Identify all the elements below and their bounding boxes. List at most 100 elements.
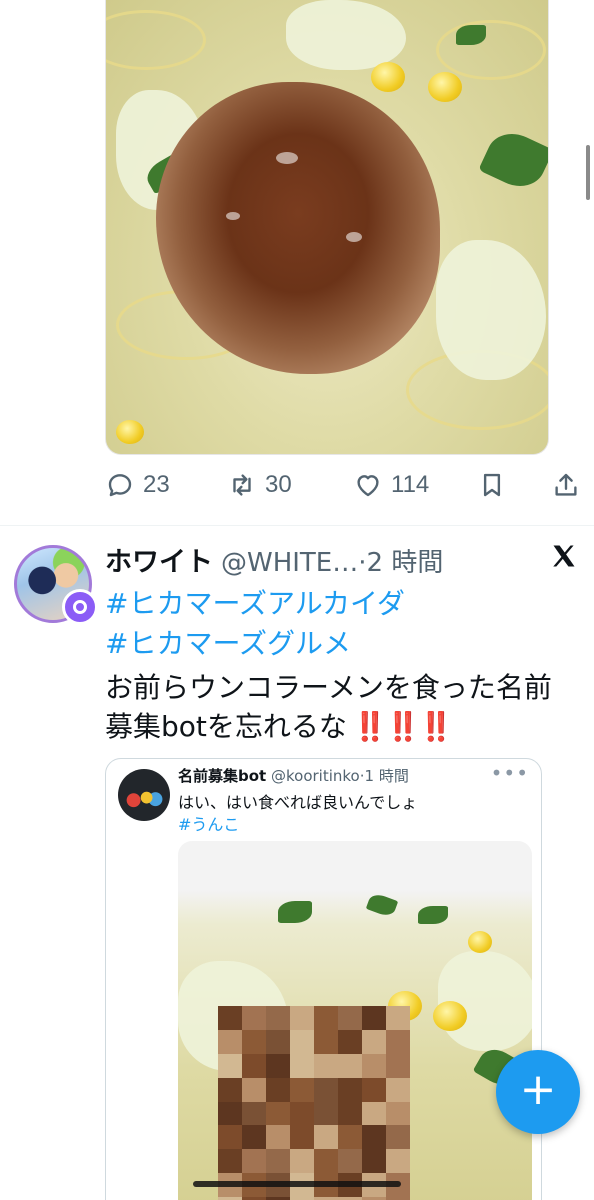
mosaic-block xyxy=(386,1149,410,1174)
mosaic-block xyxy=(290,1149,314,1174)
home-indicator[interactable] xyxy=(193,1181,401,1187)
x-logo-icon[interactable] xyxy=(550,542,578,570)
mosaic-block xyxy=(266,1006,290,1030)
retweet-button[interactable]: 30 xyxy=(227,470,292,500)
like-icon xyxy=(357,475,379,497)
mosaic-block xyxy=(314,1077,338,1102)
mosaic-block xyxy=(338,1077,362,1102)
hashtag-link[interactable]: #ヒカマーズグルメ xyxy=(105,622,351,662)
quoted-author-name: 名前募集bot xyxy=(178,767,267,785)
tweet-header: ホワイト @WHITE… ·2 時間 xyxy=(105,540,443,579)
quoted-tweet-header: 名前募集bot @kooritinko·1 時間 xyxy=(178,765,409,786)
mosaic-block xyxy=(266,1149,290,1174)
compose-button[interactable]: + xyxy=(496,1050,580,1134)
mosaic-block xyxy=(386,1006,410,1030)
quoted-tweet-time: ·1 時間 xyxy=(359,767,409,785)
share-icon xyxy=(555,473,577,496)
mosaic-block xyxy=(242,1149,266,1174)
corn xyxy=(428,72,462,102)
mosaic-block xyxy=(362,1053,386,1078)
badge-icon xyxy=(62,589,98,625)
cabbage xyxy=(286,0,406,70)
cabbage xyxy=(436,240,546,380)
author-avatar[interactable] xyxy=(14,545,98,625)
corn xyxy=(371,62,405,92)
mosaic-block xyxy=(242,1077,266,1102)
mosaic-block xyxy=(386,1125,410,1150)
quoted-tweet-card[interactable]: 名前募集bot @kooritinko·1 時間 ••• はい、はい食べれば良い… xyxy=(105,758,542,1200)
retweet-icon xyxy=(233,474,251,496)
mosaic-block xyxy=(218,1077,242,1102)
mosaic-block xyxy=(362,1125,386,1150)
mosaic-block xyxy=(362,1077,386,1102)
corn xyxy=(116,420,144,444)
mosaic-block xyxy=(218,1149,242,1174)
mosaic-block xyxy=(242,1029,266,1054)
mosaic-block xyxy=(362,1149,386,1174)
mosaic-block xyxy=(338,1029,362,1054)
green-onion xyxy=(478,124,548,196)
mosaic-block xyxy=(266,1125,290,1150)
green-onion xyxy=(456,25,486,45)
mosaic-block xyxy=(314,1029,338,1054)
noodle xyxy=(106,10,206,70)
mosaic-block xyxy=(218,1029,242,1054)
mosaic-block xyxy=(218,1125,242,1150)
pixelated-censor xyxy=(218,1006,410,1200)
hashtag-link[interactable]: #ヒカマーズアルカイダ xyxy=(105,582,405,622)
quoted-author-avatar[interactable] xyxy=(118,769,170,821)
mosaic-block xyxy=(338,1006,362,1030)
like-count: 114 xyxy=(391,471,430,498)
mosaic-block xyxy=(290,1125,314,1150)
mosaic-block xyxy=(386,1029,410,1054)
mosaic-block xyxy=(266,1077,290,1102)
share-button[interactable] xyxy=(551,470,581,500)
sauce-shine xyxy=(346,232,362,242)
double-exclamation-icon: ‼️‼️‼️ xyxy=(352,710,454,743)
mosaic-block xyxy=(242,1053,266,1078)
mosaic-block xyxy=(218,1101,242,1126)
mosaic-block xyxy=(338,1053,362,1078)
compose-icon: + xyxy=(519,1064,557,1115)
scrollbar[interactable] xyxy=(586,145,590,200)
green-onion xyxy=(418,906,448,924)
sauce-shine xyxy=(276,152,298,164)
mosaic-block xyxy=(242,1125,266,1150)
mosaic-block xyxy=(290,1077,314,1102)
quoted-author-handle: @kooritinko xyxy=(271,767,360,785)
quoted-hashtag-link[interactable]: #うんこ xyxy=(178,811,239,835)
quoted-tweet-text: はい、はい食べれば良いんでしょ xyxy=(178,793,418,812)
like-button[interactable]: 114 xyxy=(353,470,429,500)
tweet-media-image[interactable] xyxy=(105,0,549,455)
mosaic-block xyxy=(362,1101,386,1126)
more-options-icon[interactable]: ••• xyxy=(491,761,529,785)
bookmark-button[interactable] xyxy=(477,470,507,500)
reply-icon xyxy=(108,474,132,497)
mosaic-block xyxy=(314,1101,338,1126)
mosaic-block xyxy=(218,1053,242,1078)
mosaic-block xyxy=(266,1101,290,1126)
mosaic-block xyxy=(290,1053,314,1078)
reply-count: 23 xyxy=(143,471,170,498)
mosaic-block xyxy=(290,1101,314,1126)
tweet-divider xyxy=(0,525,594,526)
reply-button[interactable]: 23 xyxy=(105,470,170,500)
mosaic-block xyxy=(386,1101,410,1126)
mosaic-block xyxy=(386,1077,410,1102)
mosaic-block xyxy=(338,1149,362,1174)
tweet-time[interactable]: ·2 時間 xyxy=(358,542,443,579)
author-name[interactable]: ホワイト xyxy=(105,540,213,579)
mosaic-block xyxy=(338,1125,362,1150)
green-onion xyxy=(278,901,312,923)
mosaic-block xyxy=(362,1029,386,1054)
quoted-tweet-media[interactable] xyxy=(178,841,532,1200)
mosaic-block xyxy=(266,1029,290,1054)
tweet-text-line: 募集botを忘れるな ‼️‼️‼️ xyxy=(105,705,454,745)
mosaic-block xyxy=(290,1006,314,1030)
tweet-actions: 23 30 114 xyxy=(105,470,585,510)
tweet-text: 募集botを忘れるな xyxy=(105,710,347,743)
author-handle[interactable]: @WHITE… xyxy=(221,548,358,578)
mosaic-block xyxy=(314,1006,338,1030)
noodle xyxy=(436,20,546,80)
mosaic-block xyxy=(290,1029,314,1054)
